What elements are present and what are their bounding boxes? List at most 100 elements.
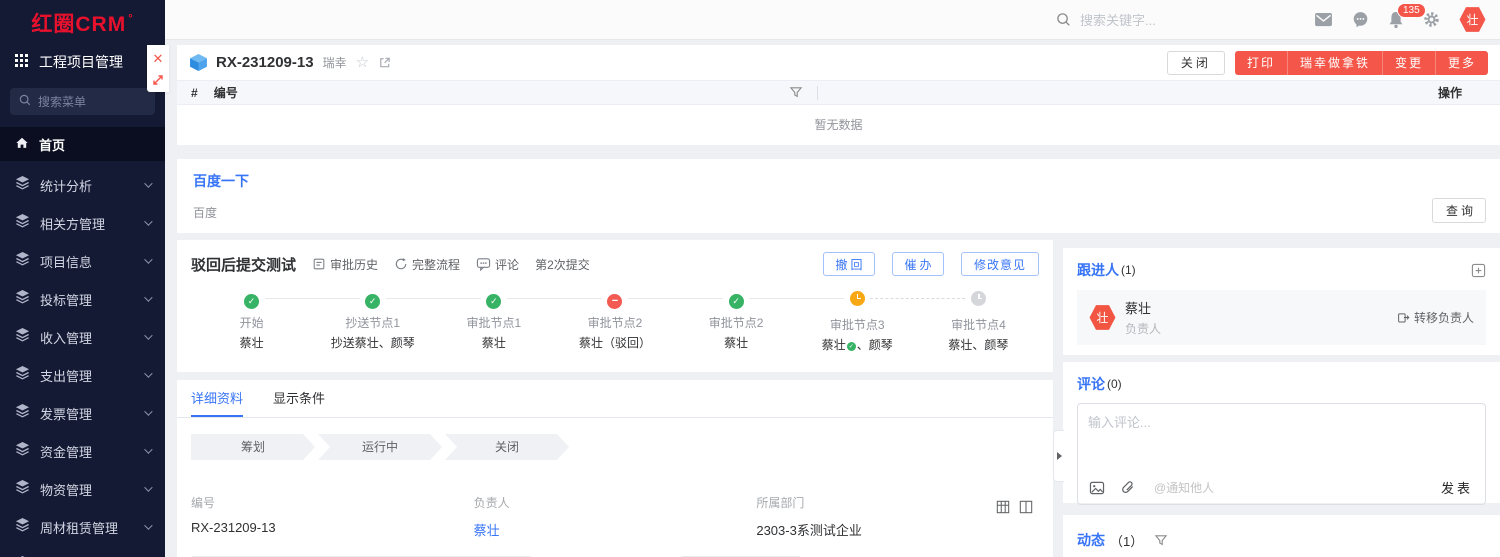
bell-icon[interactable]: 135 [1388,11,1404,29]
step-done-icon [365,294,380,309]
record-title: RX-231209-13 [216,54,314,71]
sidebar-item-bidding[interactable]: 投标管理 [0,280,165,318]
layers-icon [15,289,30,309]
chevron-down-icon [144,445,152,453]
star-icon[interactable]: ☆ [356,55,369,70]
query-button[interactable]: 查询 [1432,198,1486,223]
add-follower-icon[interactable] [1471,263,1486,278]
submit-count-label: 第2次提交 [535,256,590,273]
topbar: 搜索关键字... 135 壮 [165,0,1500,40]
refresh-icon [394,257,408,271]
details-card: 详细资料 显示条件 筹划 运行中 关闭 编号 RX-231209-13 负责人 … [177,380,1053,557]
chevron-down-icon [144,255,152,263]
revise-opinion-button[interactable]: 修改意见 [961,252,1039,276]
followers-card: 跟进人 (1) 壮 蔡壮 负责人 转移负责人 [1063,248,1500,355]
step-pending-icon [850,291,865,306]
tab-detail-info[interactable]: 详细资料 [191,380,243,417]
comments-title: 评论 [1077,374,1105,394]
more-button[interactable]: 更多 [1435,51,1488,75]
close-button[interactable]: 关闭 [1167,51,1225,75]
chat-icon[interactable] [1352,11,1369,28]
field-owner: 负责人 蔡壮 [474,494,757,539]
table-view-icon[interactable] [996,500,1010,514]
notify-others-placeholder[interactable]: @通知他人 [1154,479,1214,496]
stage-planning[interactable]: 筹划 [191,434,315,460]
ruixing-latte-button[interactable]: 瑞幸做拿铁 [1287,51,1382,75]
followers-title: 跟进人 [1077,260,1119,280]
transfer-icon [1397,311,1410,324]
stage-closed[interactable]: 关闭 [445,434,569,460]
panel-collapse-handle[interactable] [1053,430,1064,482]
step-approve-node2-rejected: 审批节点2 蔡壮（驳回） [554,291,675,353]
approval-comment-link[interactable]: 评论 [476,256,519,273]
workspace-switcher[interactable]: 工程项目管理 [0,46,165,82]
sidebar-item-materials[interactable]: 物资管理 [0,470,165,508]
layers-icon [15,213,30,233]
mini-check-icon [847,342,856,351]
approval-history-link[interactable]: 审批历史 [312,256,378,273]
filter-funnel-icon[interactable] [789,86,803,99]
image-attach-icon[interactable] [1089,481,1105,495]
layers-icon [15,365,30,385]
step-approve-node3-pending: 审批节点3 蔡壮、颜琴 [797,291,918,353]
paperclip-icon[interactable] [1120,480,1135,495]
sidebar-item-project-info[interactable]: 项目信息 [0,242,165,280]
sidebar-item-invoice[interactable]: 发票管理 [0,394,165,432]
close-icon[interactable]: ✕ [153,52,164,65]
comment-input[interactable]: 输入评论... @通知他人 发表 [1077,403,1486,505]
step-approve-node1: 审批节点1 蔡壮 [433,291,554,353]
layers-icon [15,403,30,423]
user-avatar[interactable]: 壮 [1459,6,1486,33]
baidu-link[interactable]: 百度一下 [193,171,1484,191]
external-link-icon[interactable] [378,56,391,69]
post-comment-button[interactable]: 发表 [1441,478,1473,497]
sidebar-item-expense[interactable]: 支出管理 [0,356,165,394]
approval-card: 驳回后提交测试 审批历史 完整流程 评论 第2次提交 撤回 催办 修改意见 开始… [177,240,1053,372]
follower-avatar: 壮 [1089,304,1116,331]
approval-steps: 开始 蔡壮 抄送节点1 抄送蔡壮、颜琴 审批节点1 蔡壮 审批节点2 蔡壮（驳回… [191,291,1039,353]
step-done-icon [729,294,744,309]
sidebar-item-stakeholders[interactable]: 相关方管理 [0,204,165,242]
sidebar-item-funds[interactable]: 资金管理 [0,432,165,470]
notification-badge: 135 [1397,3,1426,18]
follower-item: 壮 蔡壮 负责人 转移负责人 [1077,290,1486,345]
owner-link[interactable]: 蔡壮 [474,520,757,539]
urge-button[interactable]: 催办 [892,252,944,276]
sidebar-item-temp-material-lease[interactable]: 周材租赁管理 [0,508,165,546]
print-button[interactable]: 打印 [1235,51,1287,75]
chevron-down-icon [144,179,152,187]
sidebar-item-stats[interactable]: 统计分析 [0,166,165,204]
comments-card: 评论 (0) 输入评论... @通知他人 发表 [1063,362,1500,503]
record-cube-icon [189,53,208,72]
chevron-down-icon [144,407,152,415]
expand-icon[interactable] [152,74,164,86]
step-rejected-icon [607,294,622,309]
transfer-owner-button[interactable]: 转移负责人 [1397,309,1474,326]
activity-filter-icon[interactable] [1154,534,1168,547]
sidebar-item-income[interactable]: 收入管理 [0,318,165,356]
layers-icon [15,441,30,461]
full-flow-link[interactable]: 完整流程 [394,256,460,273]
menu-search-input[interactable]: 搜索菜单 [10,88,155,115]
chevron-down-icon [144,217,152,225]
global-search-input[interactable]: 搜索关键字... [1056,10,1314,29]
tab-display-conditions[interactable]: 显示条件 [273,380,325,417]
layers-icon [15,479,30,499]
stage-running[interactable]: 运行中 [318,434,442,460]
step-done-icon [244,294,259,309]
stage-bar: 筹划 运行中 关闭 [191,434,1039,460]
empty-data-text: 暂无数据 [177,105,1500,144]
chevron-down-icon [144,521,152,529]
change-button[interactable]: 变更 [1382,51,1435,75]
chevron-down-icon [144,331,152,339]
gear-icon[interactable] [1423,11,1440,28]
global-search-placeholder: 搜索关键字... [1080,10,1156,29]
sidebar-item-home[interactable]: 首页 [0,127,165,161]
step-cc-node1: 抄送节点1 抄送蔡壮、颜琴 [312,291,433,353]
step-start: 开始 蔡壮 [191,291,312,353]
recall-button[interactable]: 撤回 [823,252,875,276]
sidebar-item-machinery-lease[interactable]: 机械租赁管理 [0,546,165,557]
chevron-down-icon [144,483,152,491]
mail-icon[interactable] [1314,12,1333,27]
column-view-icon[interactable] [1019,500,1033,514]
